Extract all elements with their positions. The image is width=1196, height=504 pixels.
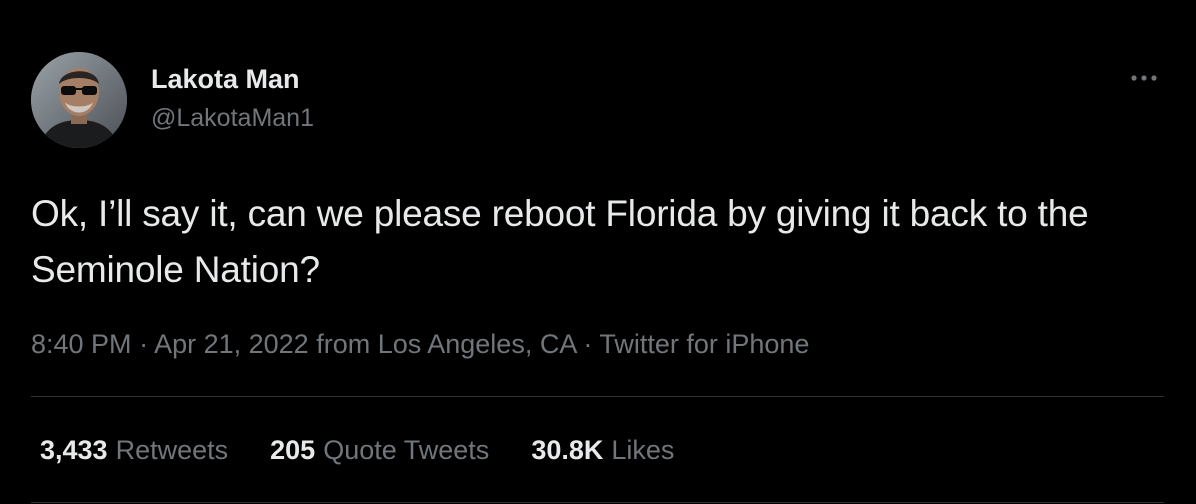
- tweet-date[interactable]: Apr 21, 2022: [154, 329, 309, 359]
- tweet-location: from Los Angeles, CA: [308, 329, 576, 359]
- meta-separator: ·: [131, 329, 155, 359]
- quote-tweets-count: 205: [270, 435, 316, 465]
- author-name[interactable]: Lakota Man: [151, 62, 300, 96]
- more-horizontal-icon: [1131, 75, 1157, 81]
- divider: [31, 502, 1164, 503]
- divider: [31, 396, 1164, 397]
- more-options-button[interactable]: [1122, 62, 1166, 94]
- meta-separator: ·: [575, 329, 600, 359]
- tweet-source[interactable]: Twitter for iPhone: [599, 329, 809, 359]
- retweets-label: Retweets: [115, 435, 229, 465]
- tweet-metadata: 8:40 PM · Apr 21, 2022 from Los Angeles,…: [31, 326, 809, 362]
- avatar-photo: [31, 52, 127, 148]
- avatar[interactable]: [31, 52, 127, 148]
- likes-label: Likes: [611, 435, 675, 465]
- quote-tweets-label: Quote Tweets: [323, 435, 490, 465]
- likes-count: 30.8K: [531, 435, 604, 465]
- tweet: Lakota Man @LakotaMan1 Ok, I’ll say it, …: [0, 0, 1196, 504]
- tweet-time[interactable]: 8:40 PM: [31, 329, 132, 359]
- likes-stat[interactable]: 30.8K Likes: [531, 431, 674, 469]
- retweets-count: 3,433: [40, 435, 108, 465]
- quote-tweets-stat[interactable]: 205 Quote Tweets: [270, 431, 489, 469]
- tweet-stats: 3,433 Retweets 205 Quote Tweets 30.8K Li…: [40, 431, 716, 469]
- retweets-stat[interactable]: 3,433 Retweets: [40, 431, 228, 469]
- author-handle[interactable]: @LakotaMan1: [151, 102, 314, 134]
- tweet-text: Ok, I’ll say it, can we please reboot Fl…: [31, 193, 1089, 290]
